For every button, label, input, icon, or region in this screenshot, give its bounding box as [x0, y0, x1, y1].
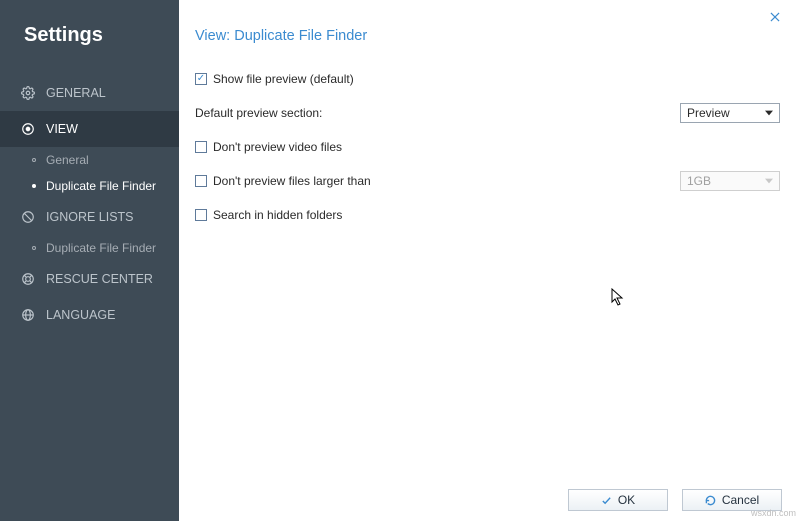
sidebar-sub-label: Duplicate File Finder [46, 179, 156, 193]
label-search-hidden: Search in hidden folders [213, 208, 780, 222]
label-no-larger: Don't preview files larger than [213, 174, 680, 188]
checkbox-no-larger[interactable] [195, 175, 207, 187]
sidebar-item-label: IGNORE LISTS [46, 210, 134, 224]
gear-icon [20, 85, 36, 101]
watermark: wsxdn.com [751, 508, 796, 518]
sidebar-sub-label: Duplicate File Finder [46, 241, 156, 255]
bullet-icon [32, 158, 36, 162]
undo-icon [705, 495, 716, 506]
sidebar-sub-ignore-duplicate[interactable]: Duplicate File Finder [0, 235, 179, 261]
row-default-section: Default preview section: Preview [195, 96, 780, 130]
checkbox-no-video[interactable] [195, 141, 207, 153]
record-icon [20, 121, 36, 137]
lifebuoy-icon [20, 271, 36, 287]
close-button[interactable] [768, 10, 786, 28]
bullet-icon [32, 184, 36, 188]
select-size: 1GB [680, 171, 780, 191]
row-search-hidden: Search in hidden folders [195, 198, 780, 232]
sidebar-sub-view-general[interactable]: General [0, 147, 179, 173]
sidebar-item-ignore[interactable]: IGNORE LISTS [0, 199, 179, 235]
sidebar-item-label: LANGUAGE [46, 308, 115, 322]
cancel-label: Cancel [722, 493, 759, 507]
sidebar-item-label: VIEW [46, 122, 78, 136]
sidebar-sub-label: General [46, 153, 89, 167]
chevron-down-icon [765, 106, 773, 120]
checkbox-search-hidden[interactable] [195, 209, 207, 221]
select-value: 1GB [687, 174, 711, 188]
deny-icon [20, 209, 36, 225]
label-show-preview: Show file preview (default) [213, 72, 780, 86]
select-default-section[interactable]: Preview [680, 103, 780, 123]
main-panel: View: Duplicate File Finder Show file pr… [179, 0, 800, 521]
select-value: Preview [687, 106, 730, 120]
ok-label: OK [618, 493, 635, 507]
sidebar-item-language[interactable]: LANGUAGE [0, 297, 179, 333]
settings-title: Settings [0, 24, 179, 47]
bullet-icon [32, 246, 36, 250]
footer: OK Cancel [568, 489, 782, 511]
label-default-section: Default preview section: [195, 106, 680, 120]
sidebar-item-general[interactable]: GENERAL [0, 75, 179, 111]
sidebar-item-rescue[interactable]: RESCUE CENTER [0, 261, 179, 297]
row-show-preview: Show file preview (default) [195, 62, 780, 96]
sidebar-item-label: GENERAL [46, 86, 106, 100]
ok-button[interactable]: OK [568, 489, 668, 511]
sidebar-item-view[interactable]: VIEW [0, 111, 179, 147]
sidebar-sub-view-duplicate[interactable]: Duplicate File Finder [0, 173, 179, 199]
page-title: View: Duplicate File Finder [195, 28, 780, 44]
chevron-down-icon [765, 174, 773, 188]
checkbox-show-preview[interactable] [195, 73, 207, 85]
label-no-video: Don't preview video files [213, 140, 780, 154]
check-icon [601, 495, 612, 506]
sidebar-item-label: RESCUE CENTER [46, 272, 153, 286]
cursor-icon [611, 288, 625, 311]
row-no-larger: Don't preview files larger than 1GB [195, 164, 780, 198]
globe-icon [20, 307, 36, 323]
sidebar: Settings GENERAL VIEW General Duplicate … [0, 0, 179, 521]
row-no-video: Don't preview video files [195, 130, 780, 164]
